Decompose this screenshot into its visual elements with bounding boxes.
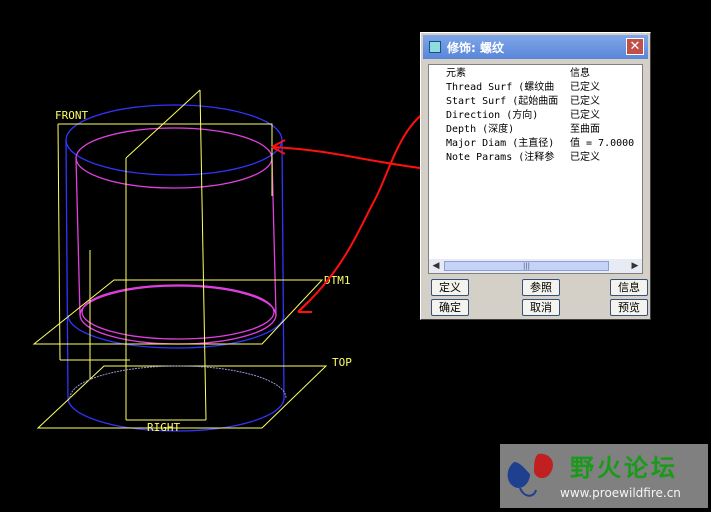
forum-url: www.proewildfire.cn (560, 486, 681, 500)
column-header-info: 信息 (570, 68, 590, 79)
top-label: TOP (332, 356, 352, 369)
close-button[interactable]: ✕ (626, 38, 644, 55)
front-label: FRONT (55, 109, 88, 122)
element-status: 已定义 (570, 152, 600, 163)
dtm1-datum-plane (32, 279, 324, 345)
define-button[interactable]: 定义 (431, 279, 469, 296)
element-name: Depth (深度) (446, 124, 515, 135)
scroll-thumb[interactable]: ||| (444, 261, 609, 271)
top-datum-plane (36, 365, 328, 429)
element-status: 至曲面 (570, 124, 600, 135)
element-name: Thread Surf (螺纹曲 (446, 82, 555, 93)
dialog-title: 修饰: 螺纹 (447, 41, 504, 55)
element-name: Start Surf (起始曲面 (446, 96, 559, 107)
scroll-left-icon[interactable]: ◀ (430, 260, 442, 272)
element-name: Major Diam (主直径) (446, 138, 555, 149)
element-name: Direction (方向) (446, 110, 539, 121)
preview-button[interactable]: 预览 (610, 299, 648, 316)
column-header-element: 元素 (446, 68, 466, 79)
forum-title: 野火论坛 (570, 454, 678, 482)
dialog-titlebar[interactable]: 修饰: 螺纹 ✕ (423, 35, 648, 59)
cancel-button[interactable]: 取消 (522, 299, 560, 316)
cylinder-edges (65, 104, 285, 432)
right-datum-plane (125, 89, 207, 421)
element-status: 已定义 (570, 82, 600, 93)
window-icon (429, 41, 441, 53)
element-status: 已定义 (570, 96, 600, 107)
horizontal-scrollbar[interactable]: ◀ ||| ▶ (429, 259, 642, 273)
butterfly-logo-icon (507, 453, 553, 497)
right-label: RIGHT (147, 421, 180, 434)
info-button[interactable]: 信息 (610, 279, 648, 296)
forum-watermark: 野火论坛 www.proewildfire.cn (500, 444, 708, 508)
thread-surface (75, 127, 277, 345)
element-status: 已定义 (570, 110, 600, 121)
base-hidden-edge (69, 365, 287, 399)
references-button[interactable]: 参照 (522, 279, 560, 296)
element-list[interactable]: 元素 信息 Thread Surf (螺纹曲 已定义 Start Surf (起… (428, 64, 643, 274)
element-name: Note Params (注释参 (446, 152, 555, 163)
scroll-right-icon[interactable]: ▶ (629, 260, 641, 272)
thread-cosmetic-dialog: 修饰: 螺纹 ✕ 元素 信息 Thread Surf (螺纹曲 已定义 Star… (420, 32, 651, 320)
ok-button[interactable]: 确定 (431, 299, 469, 316)
element-status: 值 = 7.0000 (570, 138, 635, 149)
